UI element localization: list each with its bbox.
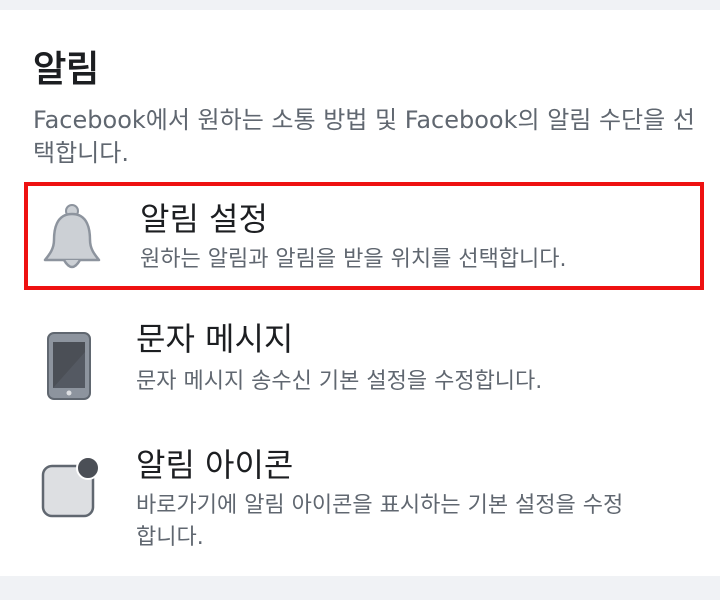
notification-badge-description: 바로가기에 알림 아이콘을 표시하는 기본 설정을 수정합니다.: [136, 493, 624, 550]
bell-icon: [42, 200, 106, 272]
text-messages-title: 문자 메시지: [136, 320, 294, 358]
notification-settings-item[interactable]: 알림 설정 원하는 알림과 알림을 받을 위치를 선택합니다.: [24, 182, 704, 290]
section-description: Facebook에서 원하는 소통 방법 및 Facebook의 알림 수단을 …: [33, 106, 695, 167]
bottom-divider: [0, 576, 720, 600]
top-divider: [0, 0, 720, 10]
notification-settings-description: 원하는 알림과 알림을 받을 위치를 선택합니다.: [140, 247, 567, 272]
phone-icon: [38, 330, 102, 402]
section-title: 알림: [33, 49, 100, 90]
notification-badge-title: 알림 아이콘: [136, 446, 294, 484]
notification-badge-icon: [38, 456, 102, 528]
text-messages-item[interactable]: 문자 메시지 문자 메시지 송수신 기본 설정을 수정합니다.: [24, 312, 704, 422]
text-messages-description: 문자 메시지 송수신 기본 설정을 수정합니다.: [136, 369, 543, 394]
notification-badge-item[interactable]: 알림 아이콘 바로가기에 알림 아이콘을 표시하는 기본 설정을 수정합니다.: [24, 440, 704, 560]
notification-settings-title: 알림 설정: [140, 200, 268, 238]
